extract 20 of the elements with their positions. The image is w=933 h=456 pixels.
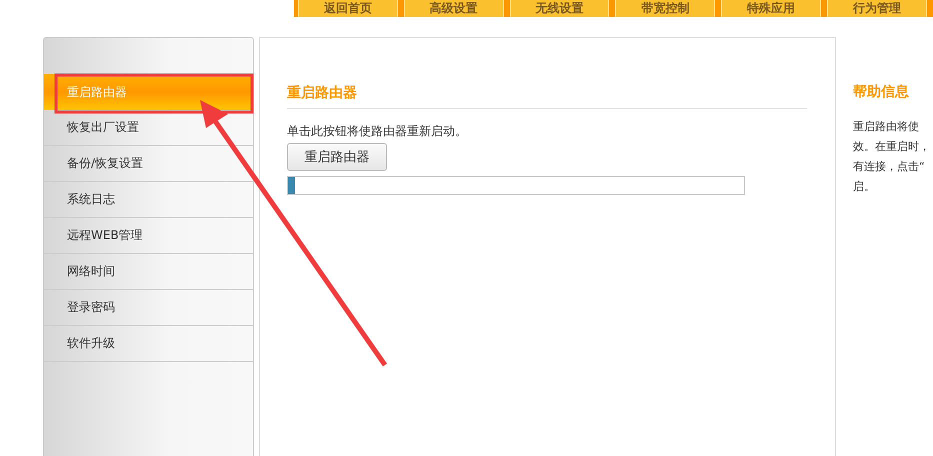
nav-tab[interactable]: 返回首页 [298, 0, 398, 17]
help-text: 重启路由将使 [853, 119, 920, 135]
nav-tab[interactable]: 高级设置 [404, 0, 504, 17]
help-title: 帮助信息 [853, 83, 910, 101]
sidebar-item[interactable]: 远程WEB管理 [44, 218, 253, 254]
sidebar-item[interactable]: 登录密码 [44, 290, 253, 326]
nav-tab[interactable]: 特殊应用 [721, 0, 822, 17]
nav-tab[interactable]: 行为管理 [827, 0, 927, 17]
description-text: 单击此按钮将使路由器重新启动。 [287, 123, 468, 140]
nav-tab[interactable]: 无线设置 [510, 0, 610, 17]
sidebar-item[interactable]: 软件升级 [44, 326, 253, 362]
sidebar-item[interactable]: 网络时间 [44, 254, 253, 290]
nav-tab[interactable]: 带宽控制 [615, 0, 716, 17]
help-text: 有连接，点击“ [853, 159, 926, 175]
help-text: 启。 [853, 179, 876, 195]
help-text: 效。在重启时， [853, 139, 931, 155]
sidebar-item[interactable]: 备份/恢复设置 [44, 146, 253, 182]
section-title: 重启路由器 [287, 84, 807, 109]
sidebar-item[interactable]: 系统日志 [44, 182, 253, 218]
reboot-button[interactable]: 重启路由器 [287, 143, 387, 171]
